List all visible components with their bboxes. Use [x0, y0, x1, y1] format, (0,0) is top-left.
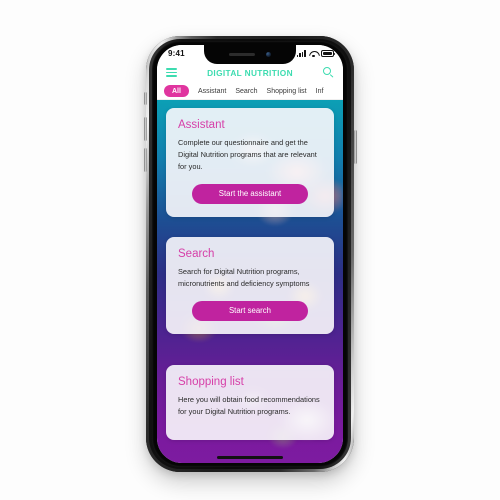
card-search-body: Search for Digital Nutrition programs, m…: [178, 267, 310, 288]
card-assistant[interactable]: Assistant Complete our questionnaire and…: [166, 108, 334, 217]
tab-info-truncated[interactable]: Inf: [316, 88, 324, 95]
wifi-icon: [309, 50, 318, 57]
app-header: DIGITAL NUTRITION: [157, 62, 343, 83]
cellular-signal-icon: [296, 50, 306, 57]
hamburger-menu-icon[interactable]: [166, 68, 177, 77]
start-the-assistant-button[interactable]: Start the assistant: [192, 183, 308, 204]
tab-all[interactable]: All: [164, 85, 189, 97]
card-assistant-title: Assistant: [178, 119, 225, 131]
card-search[interactable]: Search Search for Digital Nutrition prog…: [166, 237, 334, 334]
power-button[interactable]: [353, 130, 357, 164]
earpiece-speaker-icon: [229, 52, 255, 57]
app-title: DIGITAL NUTRITION: [207, 67, 293, 78]
status-bar-time: 9:41: [168, 49, 185, 58]
card-shopping-list-title: Shopping list: [178, 376, 244, 388]
battery-full-icon: [321, 50, 336, 57]
card-shopping-list-body: Here you will obtain food recommendation…: [178, 395, 320, 416]
screen-notch: [204, 45, 296, 64]
tab-search[interactable]: Search: [235, 88, 257, 95]
silent-switch-button[interactable]: [143, 92, 147, 105]
tab-assistant[interactable]: Assistant: [198, 88, 226, 95]
volume-down-button[interactable]: [143, 148, 147, 172]
tab-bar: All Assistant Search Shopping list Inf: [157, 83, 343, 100]
content-scroll-area[interactable]: Assistant Complete our questionnaire and…: [157, 100, 343, 463]
status-bar-indicators: [296, 50, 336, 57]
start-search-button[interactable]: Start search: [192, 300, 308, 321]
front-camera-icon: [266, 52, 271, 57]
card-search-title: Search: [178, 248, 215, 260]
screenshot-canvas: 9:41 DIGITAL NUTRITION All Assistant Sea…: [0, 0, 500, 500]
card-assistant-body: Complete our questionnaire and get the D…: [178, 138, 317, 171]
tab-shopping-list[interactable]: Shopping list: [267, 88, 307, 95]
phone-screen: 9:41 DIGITAL NUTRITION All Assistant Sea…: [157, 45, 343, 463]
search-icon[interactable]: [323, 67, 334, 78]
volume-up-button[interactable]: [143, 117, 147, 141]
card-shopping-list[interactable]: Shopping list Here you will obtain food …: [166, 365, 334, 440]
home-indicator[interactable]: [217, 456, 283, 459]
